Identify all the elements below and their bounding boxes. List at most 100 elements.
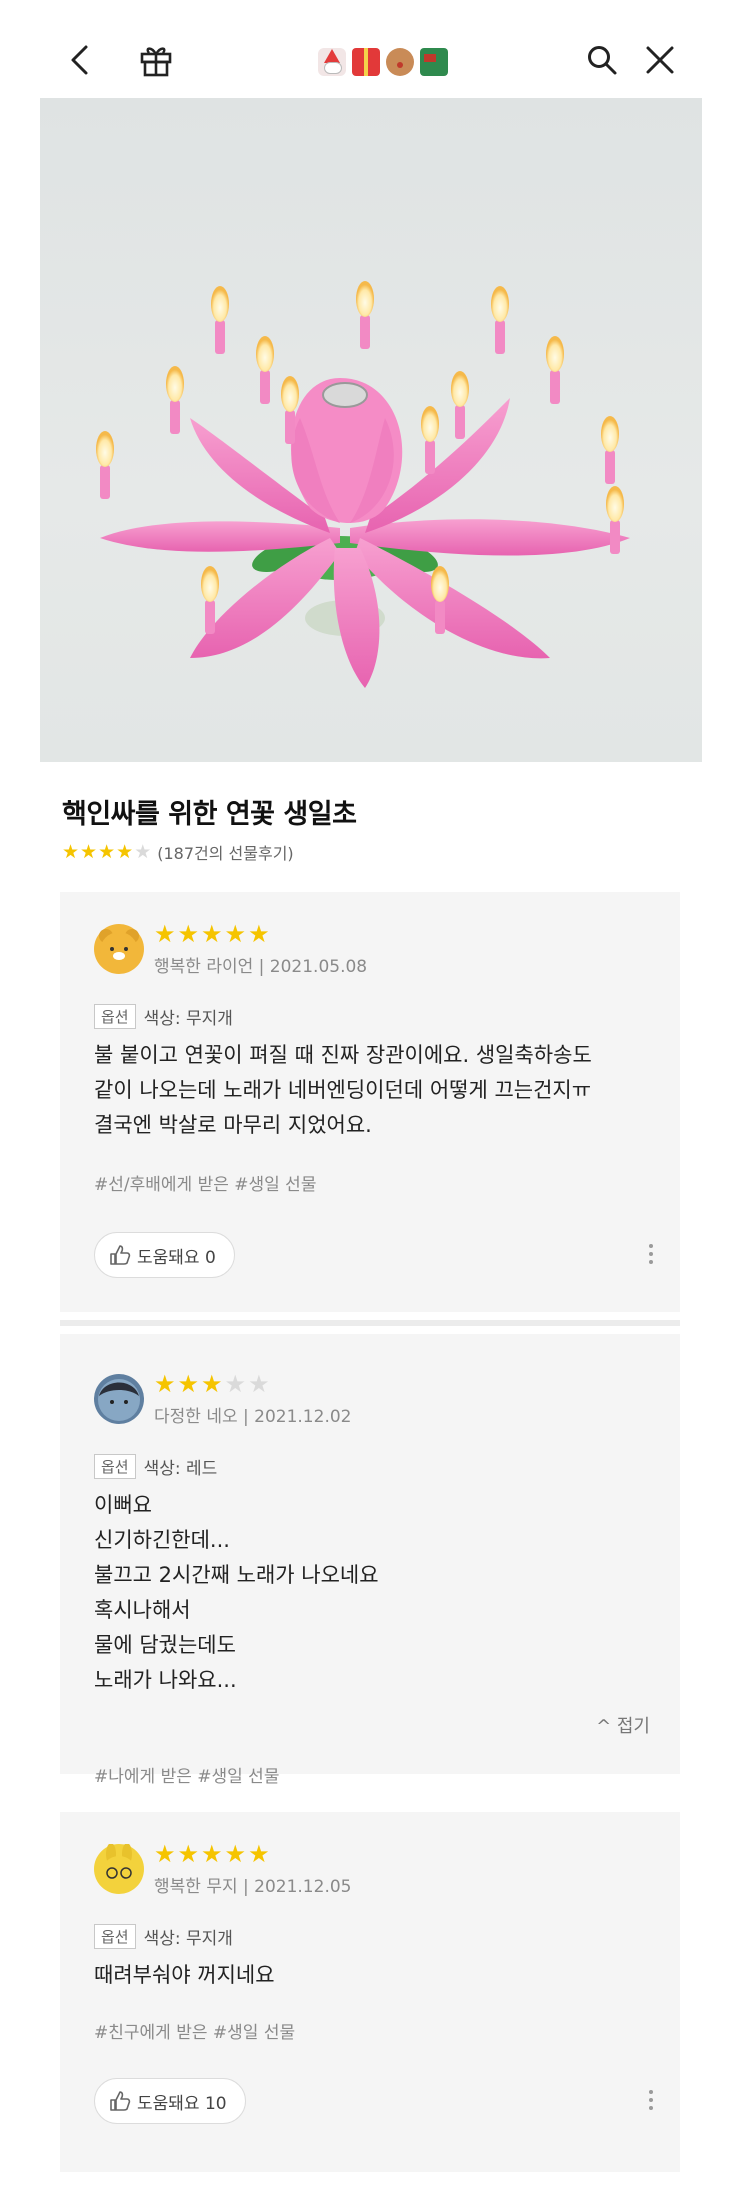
review-line: 신기하긴한데... bbox=[94, 1528, 230, 1552]
more-options-icon[interactable] bbox=[648, 2090, 654, 2110]
christmas-emoji-strip bbox=[318, 44, 448, 80]
candle bbox=[495, 320, 505, 354]
star-icon: ★ bbox=[177, 1370, 200, 1398]
candle bbox=[550, 370, 560, 404]
collapse-button[interactable]: ^ 접기 bbox=[596, 1712, 650, 1738]
product-title: 핵인싸를 위한 연꽃 생일초 bbox=[62, 799, 357, 830]
avatar bbox=[94, 1374, 144, 1424]
star-icon: ★ bbox=[80, 841, 98, 863]
candle bbox=[455, 405, 465, 439]
review-stars: ★ ★ ★ ★ ★ bbox=[154, 1842, 270, 1866]
review-line: 불 붙이고 연꽃이 펴질 때 진짜 장관이에요. 생일축하송도 bbox=[94, 1043, 592, 1067]
santa-hat-icon bbox=[318, 48, 346, 76]
star-icon: ★ bbox=[224, 1370, 247, 1398]
candle bbox=[170, 400, 180, 434]
avatar bbox=[94, 924, 144, 974]
option-value: 색상: 무지개 bbox=[143, 1929, 233, 1949]
review-body: 불 붙이고 연꽃이 펴질 때 진짜 장관이에요. 생일축하송도 같이 나오는데 … bbox=[94, 1038, 592, 1143]
candle bbox=[205, 600, 215, 634]
candle bbox=[100, 465, 110, 499]
review-author-date: 행복한 라이언 | 2021.05.08 bbox=[154, 957, 368, 977]
option-tag: 옵션 bbox=[94, 1004, 136, 1029]
search-icon[interactable] bbox=[580, 38, 624, 82]
star-icon: ★ bbox=[177, 920, 200, 948]
review-line: 이뻐요 bbox=[94, 1493, 152, 1517]
review-body: 이뻐요 신기하긴한데... 불끄고 2시간째 노래가 나오네요 혹시나해서 물에… bbox=[94, 1488, 379, 1698]
thumbs-up-icon bbox=[110, 1245, 131, 1265]
helpful-button[interactable]: 도움돼요 10 bbox=[94, 2078, 246, 2124]
star-icon: ★ bbox=[201, 1840, 223, 1868]
star-icon: ★ bbox=[201, 920, 223, 948]
rating-stars: ★ ★ ★ ★ ★ bbox=[62, 841, 151, 863]
candle bbox=[435, 600, 445, 634]
product-rating[interactable]: ★ ★ ★ ★ ★ (187건의 선물후기) bbox=[62, 840, 294, 864]
candle-flame bbox=[421, 406, 439, 442]
avatar bbox=[94, 1843, 144, 1894]
option-value: 색상: 레드 bbox=[143, 1459, 218, 1479]
thumbs-up-icon bbox=[110, 2091, 131, 2111]
divider bbox=[60, 1320, 680, 1326]
candle-flame bbox=[281, 376, 299, 412]
star-icon: ★ bbox=[224, 920, 247, 948]
star-icon: ★ bbox=[116, 841, 134, 863]
star-icon: ★ bbox=[248, 1840, 270, 1868]
candle bbox=[360, 315, 370, 349]
review-line: 노래가 나와요... bbox=[94, 1668, 237, 1692]
candle-flame bbox=[201, 566, 219, 602]
candle-flame bbox=[431, 566, 449, 602]
candle-flame bbox=[256, 336, 274, 372]
review-card: ★ ★ ★ ★ ★ 다정한 네오 | 2021.12.02 옵션 색상: 레드 이뻐요 … bbox=[60, 1334, 680, 1787]
review-tags: #나에게 받은 #생일 선물 bbox=[94, 1767, 280, 1787]
star-icon: ★ bbox=[248, 920, 270, 948]
review-tags: #친구에게 받은 #생일 선물 bbox=[94, 2023, 296, 2043]
review-author-date: 다정한 네오 | 2021.12.02 bbox=[154, 1407, 352, 1427]
candle-flame bbox=[606, 486, 624, 522]
star-icon: ★ bbox=[62, 841, 80, 863]
candle bbox=[610, 520, 620, 554]
candle bbox=[605, 450, 615, 484]
back-arrow-icon[interactable] bbox=[58, 38, 102, 82]
candle-flame bbox=[601, 416, 619, 452]
review-option: 옵션 색상: 무지개 bbox=[94, 1924, 233, 1949]
review-tags: #선/후배에게 받은 #생일 선물 bbox=[94, 1175, 317, 1195]
review-line: 물에 담궜는데도 bbox=[94, 1633, 236, 1657]
option-tag: 옵션 bbox=[94, 1924, 136, 1949]
stocking-icon bbox=[420, 48, 448, 76]
review-line: 결국엔 박살로 마무리 지었어요. bbox=[94, 1113, 372, 1137]
candle-flame bbox=[211, 286, 229, 322]
product-image[interactable] bbox=[40, 98, 702, 762]
candle bbox=[260, 370, 270, 404]
star-icon: ★ bbox=[98, 841, 116, 863]
option-value: 색상: 무지개 bbox=[143, 1009, 233, 1029]
candle bbox=[285, 410, 295, 444]
candle-flame bbox=[451, 371, 469, 407]
review-line: 같이 나오는데 노래가 네버엔딩이던데 어떻게 끄는건지ㅠ bbox=[94, 1078, 592, 1102]
more-options-icon[interactable] bbox=[648, 1244, 654, 1264]
candle bbox=[215, 320, 225, 354]
review-stars: ★ ★ ★ ★ ★ bbox=[154, 1372, 270, 1396]
gift-icon[interactable] bbox=[134, 38, 178, 82]
candle-flame bbox=[96, 431, 114, 467]
review-author-date: 행복한 무지 | 2021.12.05 bbox=[154, 1877, 352, 1897]
review-option: 옵션 색상: 무지개 bbox=[94, 1004, 233, 1029]
review-stars: ★ ★ ★ ★ ★ bbox=[154, 922, 270, 946]
star-icon: ★ bbox=[134, 841, 152, 863]
review-line: 혹시나해서 bbox=[94, 1598, 191, 1622]
star-icon: ★ bbox=[201, 1370, 223, 1398]
star-icon: ★ bbox=[224, 1840, 247, 1868]
reindeer-icon bbox=[386, 48, 414, 76]
review-card: ★ ★ ★ ★ ★ 행복한 라이언 | 2021.05.08 옵션 색상: 무지개 불 … bbox=[60, 892, 680, 1312]
review-body: 때려부숴야 꺼지네요 bbox=[94, 1958, 275, 1993]
candle-flame bbox=[356, 281, 374, 317]
star-icon: ★ bbox=[248, 1370, 270, 1398]
review-count: (187건의 선물후기) bbox=[157, 844, 294, 863]
candle-flame bbox=[546, 336, 564, 372]
helpful-button[interactable]: 도움돼요 0 bbox=[94, 1232, 235, 1278]
helpful-label: 도움돼요 0 bbox=[137, 1247, 216, 1268]
helpful-label: 도움돼요 10 bbox=[137, 2093, 227, 2114]
star-icon: ★ bbox=[177, 1840, 200, 1868]
present-icon bbox=[352, 48, 380, 76]
star-icon: ★ bbox=[154, 1370, 176, 1398]
review-card: ★ ★ ★ ★ ★ 행복한 무지 | 2021.12.05 옵션 색상: 무지개 때려부… bbox=[60, 1812, 680, 2172]
close-icon[interactable] bbox=[638, 38, 682, 82]
